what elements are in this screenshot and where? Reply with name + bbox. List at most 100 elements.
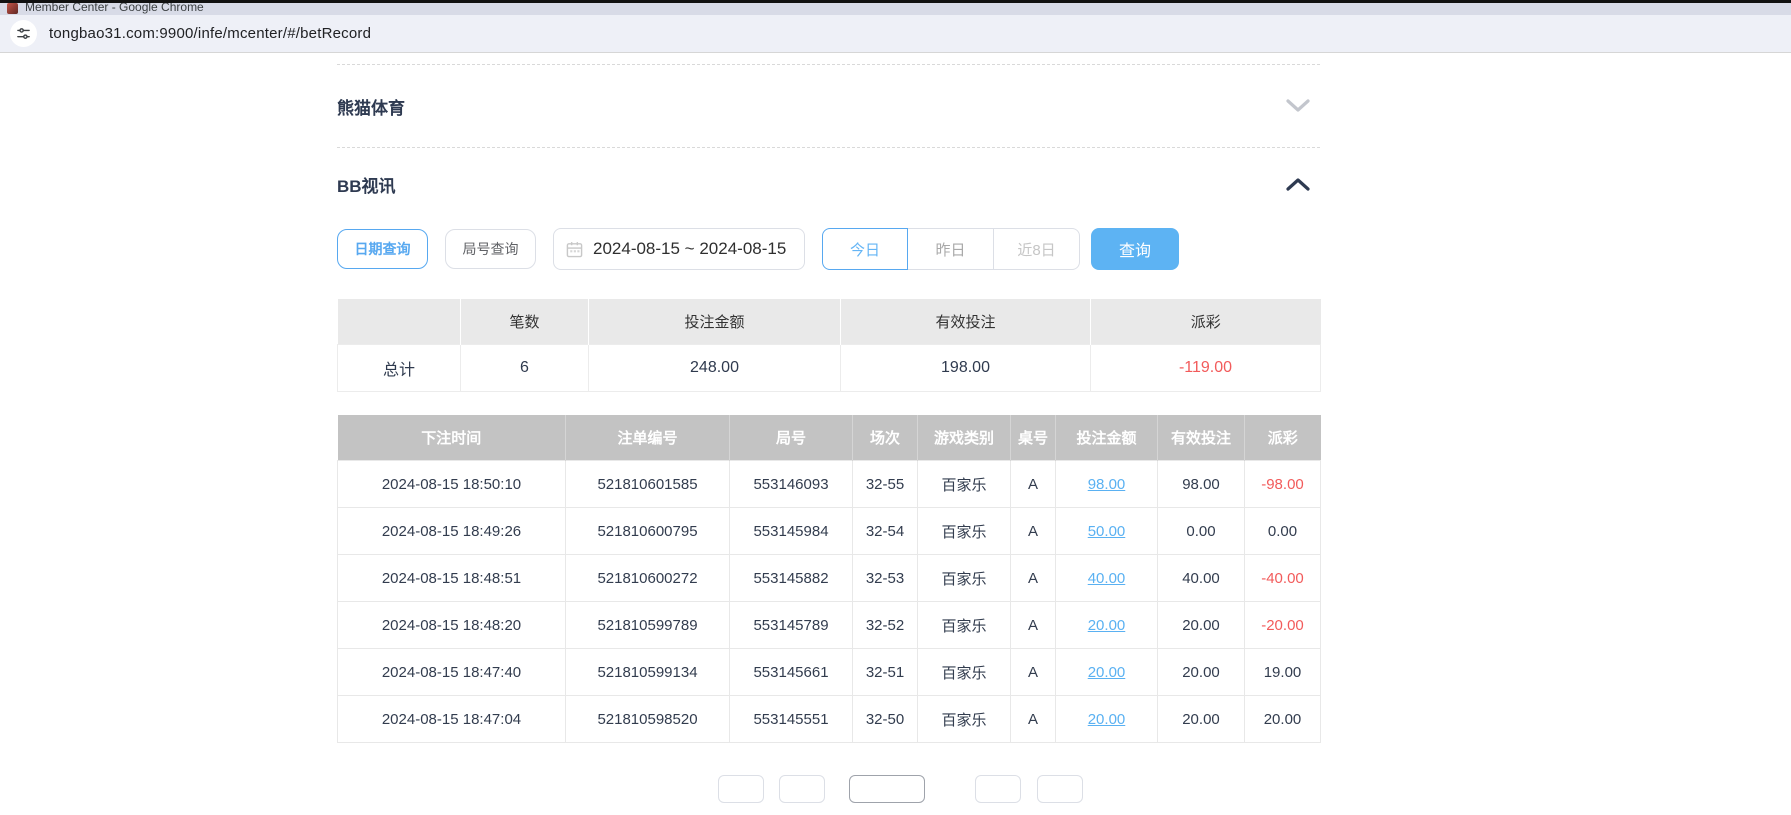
cell-session: 32-54 [853,508,918,555]
yesterday-button[interactable]: 昨日 [908,228,994,270]
cell-game-type: 百家乐 [918,602,1011,649]
bet-amount-link[interactable]: 20.00 [1088,711,1126,728]
cell-bet-number: 521810598520 [566,696,730,743]
cell-valid-bet: 98.00 [1158,461,1245,508]
cell-game-type: 百家乐 [918,696,1011,743]
cell-table-number: A [1011,602,1056,649]
summary-header-valid-bet: 有效投注 [841,299,1091,344]
quick-date-group: 今日 昨日 近8日 [822,228,1080,270]
bet-record-row: 2024-08-15 18:48:51 521810600272 5531458… [338,555,1321,602]
browser-url-bar[interactable]: tongbao31.com:9900/infe/mcenter/#/betRec… [0,15,1791,53]
cell-table-number: A [1011,555,1056,602]
cell-table-number: A [1011,508,1056,555]
detail-header-row: 下注时间 注单编号 局号 场次 游戏类别 桌号 投注金额 有效投注 派彩 [338,415,1321,461]
cell-bet-time: 2024-08-15 18:49:26 [338,508,566,555]
section-title-bb-video: BB视讯 [337,172,396,197]
url-text[interactable]: tongbao31.com:9900/infe/mcenter/#/betRec… [49,25,371,42]
cell-round-number: 553145661 [730,649,853,696]
chevron-down-icon[interactable] [1286,99,1310,113]
date-range-input[interactable]: 2024-08-15 ~ 2024-08-15 [553,228,805,270]
summary-header-bet-amount: 投注金额 [589,299,841,344]
cell-game-type: 百家乐 [918,555,1011,602]
summary-header-empty [338,299,461,344]
cell-game-type: 百家乐 [918,649,1011,696]
header-session: 场次 [853,415,918,461]
header-round-number: 局号 [730,415,853,461]
cell-bet-number: 521810600272 [566,555,730,602]
summary-header-payout: 派彩 [1091,299,1321,344]
bet-amount-link[interactable]: 40.00 [1088,570,1126,587]
site-favicon-icon [7,3,18,14]
cell-bet-time: 2024-08-15 18:48:51 [338,555,566,602]
last-8-days-button[interactable]: 近8日 [994,228,1080,270]
window-title: Member Center - Google Chrome [25,1,204,14]
bet-amount-link[interactable]: 20.00 [1088,664,1126,681]
pagination-jump-button[interactable] [1037,775,1083,803]
summary-total-label: 总计 [338,344,461,391]
cell-round-number: 553145551 [730,696,853,743]
chevron-up-icon[interactable] [1286,177,1310,191]
summary-total-row: 总计 6 248.00 198.00 -119.00 [338,344,1321,391]
bet-amount-link[interactable]: 20.00 [1088,617,1126,634]
pagination-prev-button[interactable] [718,775,764,803]
bet-amount-link[interactable]: 98.00 [1088,476,1126,493]
bet-detail-table: 下注时间 注单编号 局号 场次 游戏类别 桌号 投注金额 有效投注 派彩 202… [337,415,1321,744]
section-title-panda-sports: 熊猫体育 [337,94,405,119]
cell-bet-time: 2024-08-15 18:48:20 [338,602,566,649]
cell-valid-bet: 20.00 [1158,649,1245,696]
cell-payout: 20.00 [1245,696,1321,743]
cell-game-type: 百家乐 [918,461,1011,508]
cell-bet-amount: 50.00 [1056,508,1158,555]
cell-bet-time: 2024-08-15 18:47:40 [338,649,566,696]
round-query-tab[interactable]: 局号查询 [445,229,536,269]
section-bb-video[interactable]: BB视讯 [337,162,1320,206]
pagination-page-size-select[interactable] [849,775,925,803]
filter-toolbar: 日期查询 局号查询 2024-08-15 ~ 2024-08-15 今日 昨日 … [337,228,1320,270]
cell-round-number: 553145789 [730,602,853,649]
today-button[interactable]: 今日 [822,228,908,270]
bet-record-row: 2024-08-15 18:49:26 521810600795 5531459… [338,508,1321,555]
bet-record-row: 2024-08-15 18:50:10 521810601585 5531460… [338,461,1321,508]
cell-bet-amount: 20.00 [1056,602,1158,649]
cell-payout: -98.00 [1245,461,1321,508]
bet-record-page: 熊猫体育 BB视讯 日期查询 局号查询 2024-08-15 ~ 2024-08… [337,64,1320,815]
header-bet-amount: 投注金额 [1056,415,1158,461]
summary-header-count: 笔数 [461,299,589,344]
cell-table-number: A [1011,649,1056,696]
cell-session: 32-53 [853,555,918,602]
section-panda-sports[interactable]: 熊猫体育 [337,65,1320,147]
cell-valid-bet: 40.00 [1158,555,1245,602]
search-button[interactable]: 查询 [1091,228,1179,270]
cell-payout: 0.00 [1245,508,1321,555]
pagination-next-button[interactable] [975,775,1021,803]
cell-payout: -40.00 [1245,555,1321,602]
cell-bet-number: 521810600795 [566,508,730,555]
date-range-value: 2024-08-15 ~ 2024-08-15 [593,239,786,259]
cell-round-number: 553146093 [730,461,853,508]
cell-table-number: A [1011,696,1056,743]
cell-session: 32-55 [853,461,918,508]
header-bet-time: 下注时间 [338,415,566,461]
section-divider [337,147,1320,148]
cell-bet-amount: 20.00 [1056,696,1158,743]
header-game-type: 游戏类别 [918,415,1011,461]
cell-payout: 19.00 [1245,649,1321,696]
cell-bet-time: 2024-08-15 18:50:10 [338,461,566,508]
pagination-page-button[interactable] [779,775,825,803]
bet-record-row: 2024-08-15 18:48:20 521810599789 5531457… [338,602,1321,649]
cell-bet-number: 521810601585 [566,461,730,508]
site-settings-icon[interactable] [10,20,37,47]
date-query-tab[interactable]: 日期查询 [337,229,428,269]
cell-bet-time: 2024-08-15 18:47:04 [338,696,566,743]
summary-header-row: 笔数 投注金额 有效投注 派彩 [338,299,1321,344]
cell-valid-bet: 20.00 [1158,602,1245,649]
cell-bet-number: 521810599134 [566,649,730,696]
cell-session: 32-51 [853,649,918,696]
cell-session: 32-50 [853,696,918,743]
cell-game-type: 百家乐 [918,508,1011,555]
cell-bet-amount: 20.00 [1056,649,1158,696]
cell-round-number: 553145984 [730,508,853,555]
cell-session: 32-52 [853,602,918,649]
bet-amount-link[interactable]: 50.00 [1088,523,1126,540]
summary-count-value: 6 [461,344,589,391]
